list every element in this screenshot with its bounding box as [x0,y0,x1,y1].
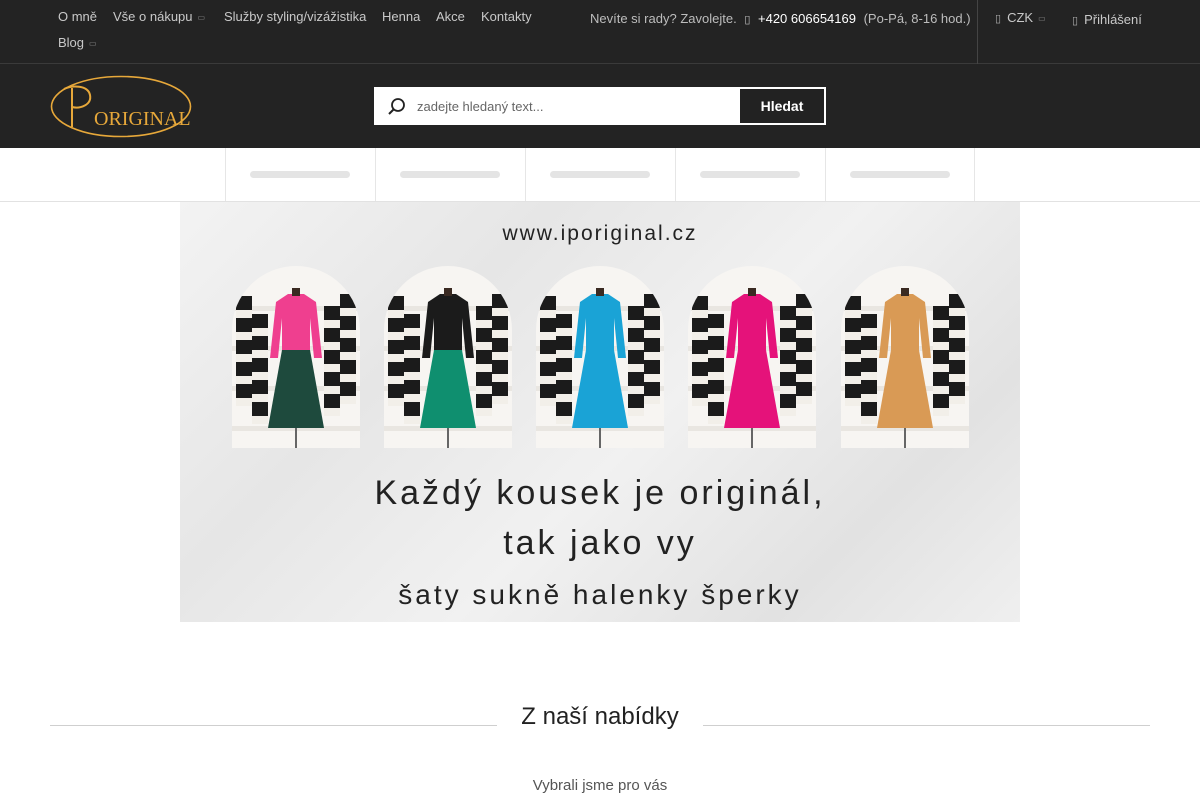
currency-label: CZK [1007,10,1034,25]
login-link[interactable]: ▯ Přihlášení [1072,12,1142,27]
nav-link-kontakty[interactable]: Kontakty [481,9,532,24]
jewelry-display [492,294,508,404]
phone-link[interactable]: +420 606654169 [758,11,856,26]
jewelry-display [692,296,708,406]
jewelry-display [388,296,404,406]
phone-icon: ▯ [744,14,751,26]
login-label: Přihlášení [1084,12,1142,27]
chevron-down-icon: ▭ [89,39,97,48]
nav-link-henna[interactable]: Henna [382,9,420,24]
nav-link-blog[interactable]: Blog ▭ [58,35,97,50]
nav-link-label: Služby styling/vizážistika [224,9,367,24]
loading-placeholder [700,171,800,178]
nav-link-akce[interactable]: Akce [436,9,465,24]
search-input[interactable] [417,88,737,124]
search-form: Hledat [374,87,826,125]
jewelry-display [949,294,965,404]
opening-hours: (Po-Pá, 8-16 hod.) [863,11,971,26]
jewelry-display [845,296,861,406]
nav-link-label: Henna [382,9,421,24]
jewelry-display [540,296,556,406]
menu-item-placeholder[interactable] [525,148,675,201]
dress-figure [877,288,933,448]
search-button[interactable]: Hledat [740,89,824,123]
chevron-down-icon: ▭ [1038,14,1046,23]
nav-link-vse-o-nakupu[interactable]: Vše o nákupu ▭ [113,9,205,24]
section-header: Z naší nabídky [50,703,1150,733]
nav-link-label: Akce [436,9,465,24]
header: ORIGINAL Hledat [0,64,1200,148]
dress-figure [724,288,780,448]
dress-photo [841,266,969,448]
search-icon [388,98,405,115]
user-icon: ▯ [1072,15,1079,27]
dress-photo [536,266,664,448]
logo-graphic: ORIGINAL [50,75,192,138]
top-bar: O mně Vše o nákupu ▭ Služby styling/vizáž… [0,0,1200,64]
wallet-icon: ▯ [995,13,1002,25]
menu-item-placeholder[interactable] [825,148,975,201]
dress-photo [384,266,512,448]
banner-url-text: www.iporiginal.cz [502,222,698,245]
divider [977,0,978,64]
dress-figure [572,288,628,448]
menu-item-placeholder[interactable] [675,148,825,201]
jewelry-display [340,294,356,404]
jewelry-display [796,294,812,404]
nav-link-sluzby[interactable]: Služby styling/vizážistika [224,9,366,24]
dress-figure [420,288,476,448]
nav-link-label: O mně [58,9,98,24]
currency-selector[interactable]: ▯ CZK ▭ [995,10,1046,25]
loading-placeholder [400,171,500,178]
menu-item-placeholder[interactable] [375,148,525,201]
dress-photo [688,266,816,448]
logo[interactable]: ORIGINAL [50,75,193,138]
banner-headline: tak jako vy [503,524,697,562]
logo-text: ORIGINAL [94,108,191,130]
contact-info: Nevíte si rady? Zavolejte. ▯ +420 606654… [590,11,971,26]
jewelry-display [236,296,252,406]
section-subtitle: Vybrali jsme pro vás [532,777,668,794]
loading-placeholder [850,171,950,178]
dress-photo [232,266,360,448]
dress-figure [268,288,324,448]
hero-banner[interactable]: www.iporiginal.cz Každý kousek je origin… [180,202,1020,622]
banner-categories: šaty sukně halenky šperky [398,579,802,610]
category-menu [0,148,1200,202]
nav-link-label: Kontakty [481,9,532,24]
contact-text: Nevíte si rady? Zavolejte. [590,11,737,26]
nav-link-label: Vše o nákupu [113,9,193,24]
loading-placeholder [550,171,650,178]
chevron-down-icon: ▭ [197,13,206,22]
jewelry-display [644,294,660,404]
nav-link-o-mne[interactable]: O mně [58,9,97,24]
nav-link-label: Blog [58,35,85,50]
loading-placeholder [250,171,350,178]
menu-item-placeholder[interactable] [225,148,375,201]
section-title: Z naší nabídky [521,703,679,730]
banner-headline: Každý kousek je originál, [374,474,826,512]
